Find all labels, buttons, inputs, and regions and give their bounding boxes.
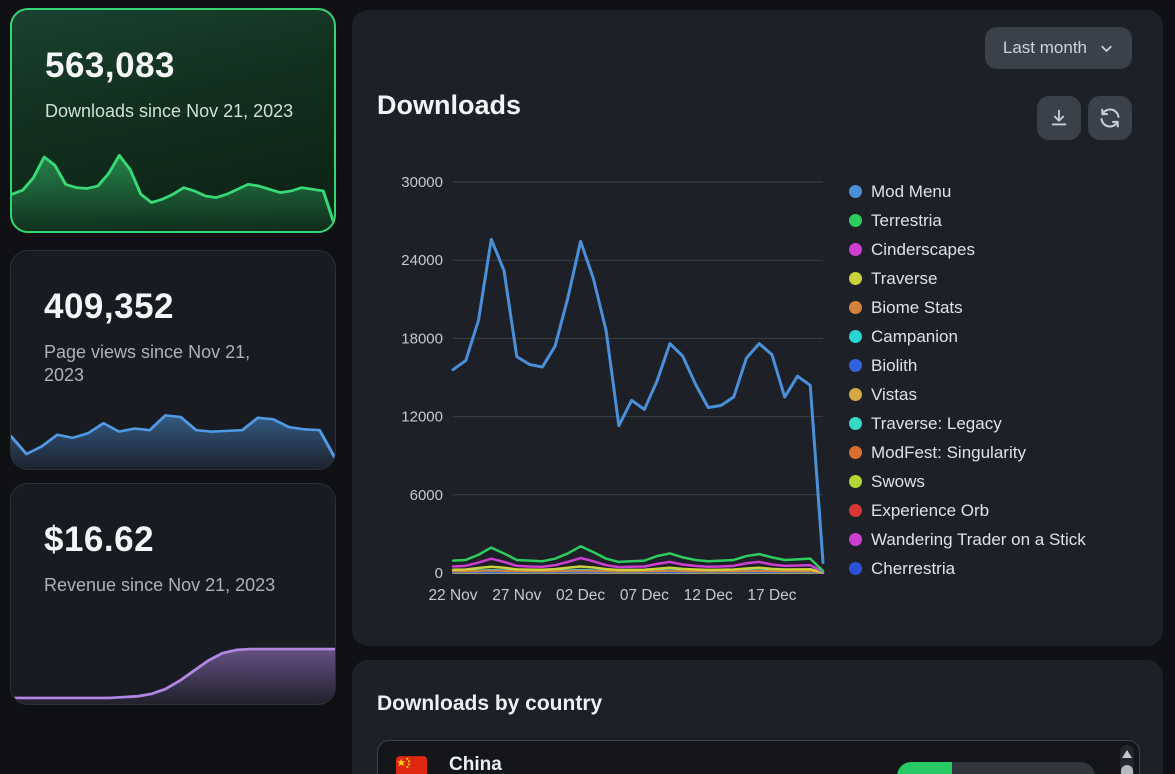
legend-label: Traverse (871, 269, 937, 289)
chevron-down-icon (1099, 41, 1114, 56)
legend-item[interactable]: Traverse (849, 264, 1086, 293)
legend-dot-icon (849, 330, 862, 343)
svg-text:17 Dec: 17 Dec (747, 587, 796, 604)
country-list-scrollbar[interactable] (1120, 745, 1134, 774)
scroll-up-arrow-icon[interactable] (1122, 750, 1132, 758)
scrollbar-thumb[interactable] (1121, 765, 1133, 774)
legend-dot-icon (849, 533, 862, 546)
country-section-title: Downloads by country (377, 692, 602, 716)
pageviews-total-label: Page views since Nov 21, 2023 (44, 341, 294, 388)
legend-label: Biolith (871, 356, 917, 376)
legend-item[interactable]: Biome Stats (849, 293, 1086, 322)
legend-label: ModFest: Singularity (871, 443, 1026, 463)
legend-label: Campanion (871, 327, 958, 347)
legend-item[interactable]: Terrestria (849, 206, 1086, 235)
svg-text:24000: 24000 (401, 252, 443, 269)
svg-text:6000: 6000 (410, 487, 443, 504)
legend-label: Vistas (871, 385, 917, 405)
legend-dot-icon (849, 475, 862, 488)
legend-item[interactable]: Biolith (849, 351, 1086, 380)
svg-text:07 Dec: 07 Dec (620, 587, 669, 604)
legend-dot-icon (849, 562, 862, 575)
legend-item[interactable]: Swows (849, 467, 1086, 496)
legend-label: Biome Stats (871, 298, 963, 318)
country-bar-track (897, 762, 1095, 774)
revenue-total: $16.62 (44, 520, 154, 560)
legend-label: Experience Orb (871, 501, 989, 521)
legend-dot-icon (849, 243, 862, 256)
revenue-total-label: Revenue since Nov 21, 2023 (44, 574, 294, 597)
stat-card-downloads[interactable]: 563,083 Downloads since Nov 21, 2023 (10, 8, 336, 233)
country-list: China (377, 740, 1140, 774)
time-range-value: Last month (1003, 38, 1087, 58)
country-name: China (449, 754, 502, 774)
legend-dot-icon (849, 359, 862, 372)
legend-item[interactable]: ModFest: Singularity (849, 438, 1086, 467)
legend-item[interactable]: Cinderscapes (849, 235, 1086, 264)
time-range-dropdown[interactable]: Last month (985, 27, 1132, 69)
refresh-icon (1098, 106, 1122, 130)
downloads-total: 563,083 (45, 46, 175, 86)
legend-label: Mod Menu (871, 182, 951, 202)
downloads-panel: Last month Downloads 0 6000 12000 18000 2400… (352, 10, 1163, 646)
svg-text:27 Nov: 27 Nov (492, 587, 541, 604)
legend-label: Cherrestria (871, 559, 955, 579)
legend-item[interactable]: Vistas (849, 380, 1086, 409)
svg-text:02 Dec: 02 Dec (556, 587, 605, 604)
legend-item[interactable]: Wandering Trader on a Stick (849, 525, 1086, 554)
revenue-sparkline (11, 614, 335, 704)
chart-legend: Mod Menu Terrestria Cinderscapes Traverse Bi… (849, 177, 1086, 583)
china-flag-icon (396, 756, 427, 774)
legend-dot-icon (849, 504, 862, 517)
country-bar-fill (897, 762, 952, 774)
legend-label: Traverse: Legacy (871, 414, 1002, 434)
downloads-by-country-panel: Downloads by country China (352, 660, 1163, 774)
legend-label: Wandering Trader on a Stick (871, 530, 1086, 550)
legend-label: Terrestria (871, 211, 942, 231)
country-row-china: China (378, 741, 1139, 774)
svg-text:30000: 30000 (401, 174, 443, 191)
legend-item[interactable]: Mod Menu (849, 177, 1086, 206)
legend-dot-icon (849, 214, 862, 227)
legend-dot-icon (849, 301, 862, 314)
panel-title: Downloads (377, 90, 521, 121)
downloads-total-label: Downloads since Nov 21, 2023 (45, 100, 295, 123)
download-icon (1048, 107, 1070, 129)
legend-dot-icon (849, 185, 862, 198)
stat-card-revenue[interactable]: $16.62 Revenue since Nov 21, 2023 (10, 483, 336, 705)
legend-item[interactable]: Cherrestria (849, 554, 1086, 583)
legend-dot-icon (849, 388, 862, 401)
svg-text:18000: 18000 (401, 330, 443, 347)
legend-dot-icon (849, 446, 862, 459)
legend-label: Swows (871, 472, 925, 492)
pageviews-total: 409,352 (44, 287, 174, 327)
downloads-line-chart: 0 6000 12000 18000 24000 30000 22 Nov 27 Nov 02 … (377, 170, 837, 615)
svg-text:12 Dec: 12 Dec (684, 587, 733, 604)
legend-dot-icon (849, 272, 862, 285)
legend-item[interactable]: Experience Orb (849, 496, 1086, 525)
refresh-button[interactable] (1088, 96, 1132, 140)
svg-text:22 Nov: 22 Nov (428, 587, 477, 604)
legend-dot-icon (849, 417, 862, 430)
stat-card-pageviews[interactable]: 409,352 Page views since Nov 21, 2023 (10, 250, 336, 470)
svg-text:12000: 12000 (401, 409, 443, 426)
svg-text:0: 0 (435, 565, 443, 582)
legend-label: Cinderscapes (871, 240, 975, 260)
export-button[interactable] (1037, 96, 1081, 140)
pageviews-sparkline (11, 385, 335, 469)
legend-item[interactable]: Traverse: Legacy (849, 409, 1086, 438)
downloads-sparkline (12, 141, 334, 231)
legend-item[interactable]: Campanion (849, 322, 1086, 351)
